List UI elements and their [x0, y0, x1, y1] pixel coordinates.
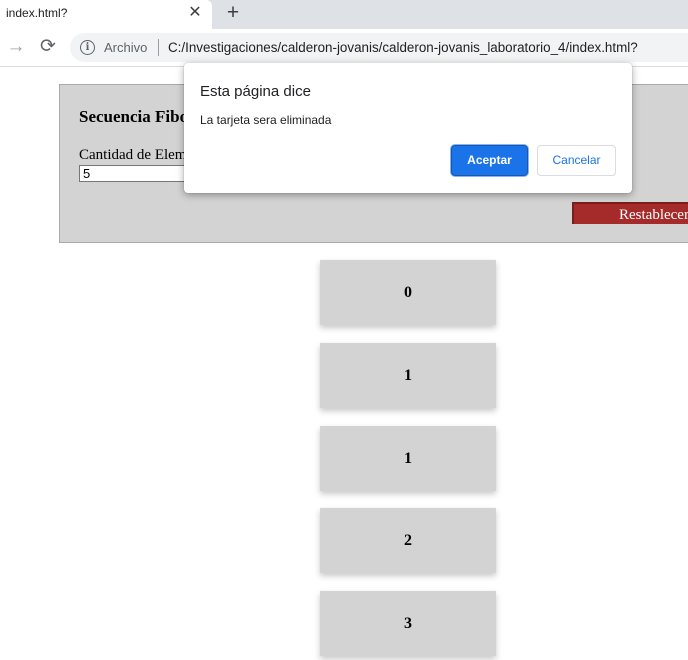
tab-title: index.html?	[6, 6, 68, 20]
tab-strip: index.html? ✕ +	[0, 0, 688, 29]
accept-button[interactable]: Aceptar	[451, 145, 528, 176]
close-tab-icon[interactable]: ✕	[186, 4, 204, 22]
info-icon[interactable]: i	[80, 40, 95, 55]
address-bar[interactable]: i Archivo C:/Investigaciones/calderon-jo…	[70, 33, 688, 62]
reset-button[interactable]: Restablecer	[572, 202, 688, 224]
url-text[interactable]: C:/Investigaciones/calderon-jovanis/cald…	[168, 40, 638, 55]
omnibox-divider	[158, 39, 159, 56]
fibonacci-card[interactable]: 1	[320, 343, 496, 408]
fibonacci-card[interactable]: 2	[320, 508, 496, 573]
new-tab-icon[interactable]: +	[222, 2, 244, 24]
fibonacci-card[interactable]: 0	[320, 260, 496, 325]
fibonacci-card[interactable]: 1	[320, 426, 496, 491]
dialog-message: La tarjeta sera eliminada	[200, 113, 332, 127]
dialog-title: Esta página dice	[200, 83, 311, 100]
browser-tab[interactable]: index.html? ✕	[0, 0, 212, 29]
reload-icon[interactable]: ⟳	[37, 36, 59, 58]
alert-dialog: Esta página dice La tarjeta sera elimina…	[184, 63, 632, 193]
omnibox-scheme-label: Archivo	[104, 40, 148, 55]
forward-arrow-icon[interactable]: →	[6, 36, 26, 58]
fibonacci-card[interactable]: 3	[320, 591, 496, 656]
cancel-button[interactable]: Cancelar	[537, 145, 616, 176]
browser-toolbar: → ⟳ i Archivo C:/Investigaciones/caldero…	[0, 29, 688, 67]
